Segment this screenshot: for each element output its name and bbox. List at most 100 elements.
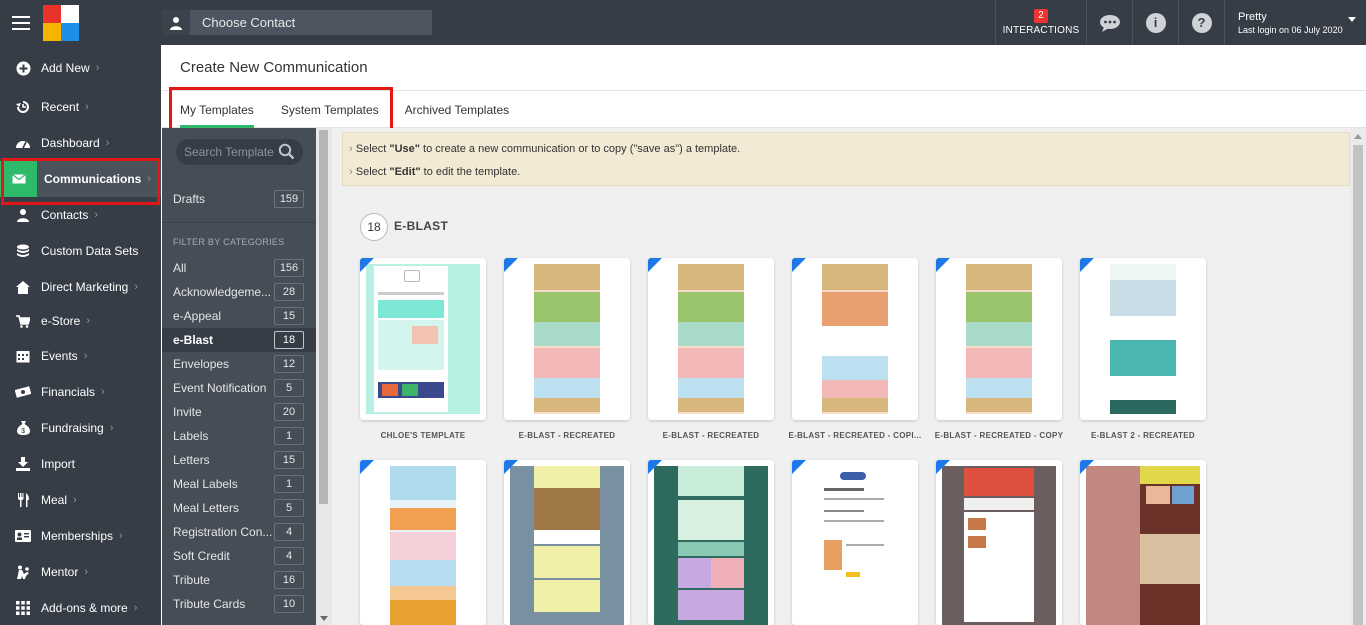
template-card[interactable] [936,460,1062,625]
help-button[interactable]: ? [1178,0,1224,45]
category-e-appeal[interactable]: e-Appeal 15 [162,304,316,328]
info-icon: i [1145,12,1166,33]
category-label: Event Notification [173,381,267,395]
scroll-down-icon[interactable] [320,616,328,621]
chat-button[interactable] [1086,0,1132,45]
corner-flag-icon [936,258,950,272]
category-count: 15 [274,451,304,469]
cart-icon [15,313,31,329]
person-icon [162,10,190,35]
money-icon [15,384,31,400]
category-soft-credit[interactable]: Soft Credit 4 [162,544,316,568]
sidebar-item-financials[interactable]: Financials › [0,374,161,410]
category-all[interactable]: All 156 [162,256,316,280]
chevron-right-icon: › [85,101,89,113]
template-card[interactable] [648,258,774,420]
category-tribute[interactable]: Tribute 16 [162,568,316,592]
interactions-button[interactable]: 2 INTERACTIONS [995,0,1086,45]
category-drafts[interactable]: Drafts 159 [162,187,316,211]
hamburger-menu-icon[interactable] [0,0,42,45]
info-button[interactable]: i [1132,0,1178,45]
category-count: 10 [274,595,304,613]
tab-archived-templates[interactable]: Archived Templates [405,91,510,128]
sidebar-item-memberships[interactable]: Memberships › [0,518,161,554]
sidebar-item-add-new[interactable]: Add New › [0,50,161,86]
template-card[interactable] [936,258,1062,420]
template-card[interactable] [360,460,486,625]
template-card[interactable] [792,460,918,625]
category-registration-confirmation[interactable]: Registration Con... 4 [162,520,316,544]
category-labels[interactable]: Labels 1 [162,424,316,448]
scroll-up-icon[interactable] [1354,134,1362,139]
chevron-right-icon: › [94,209,99,221]
category-acknowledgement[interactable]: Acknowledgeme... 28 [162,280,316,304]
help-icon: ? [1191,12,1212,33]
import-icon [15,456,31,472]
interactions-badge: 2 [1034,9,1048,23]
category-letters[interactable]: Letters 15 [162,448,316,472]
sidebar-item-label: Import [41,457,76,471]
sidebar-item-custom-data-sets[interactable]: Custom Data Sets [0,233,161,269]
search-input[interactable] [184,145,274,159]
category-label: Meal Labels [173,477,238,491]
last-login: Last login on 06 July 2020 [1238,24,1343,35]
template-card[interactable] [504,258,630,420]
sidebar-item-mentor[interactable]: Mentor › [0,554,161,590]
choose-contact-field[interactable]: Choose Contact [162,10,432,35]
sidebar-item-label: Dashboard [41,136,100,150]
sidebar-item-dashboard[interactable]: Dashboard › [0,125,161,161]
svg-text:$: $ [21,428,25,435]
category-envelopes[interactable]: Envelopes 12 [162,352,316,376]
scrollbar-thumb[interactable] [1353,145,1363,625]
app-logo[interactable] [43,5,79,41]
chevron-right-icon: › [83,350,88,362]
template-card[interactable] [504,460,630,625]
template-card[interactable] [1080,258,1206,420]
category-label: e-Blast [173,333,214,347]
category-scrollbar[interactable] [316,128,332,625]
category-count: 15 [274,307,304,325]
sidebar-item-label: Add-ons & more [41,601,128,615]
corner-flag-icon [1080,460,1094,474]
corner-flag-icon [504,460,518,474]
sidebar-item-recent[interactable]: Recent › [0,89,161,125]
category-invite[interactable]: Invite 20 [162,400,316,424]
chat-icon [1099,14,1120,32]
category-label: Meal Letters [173,501,240,515]
sidebar-item-meal[interactable]: Meal › [0,482,161,518]
category-tribute-cards[interactable]: Tribute Cards 10 [162,592,316,616]
template-card[interactable] [360,258,486,420]
category-meal-labels[interactable]: Meal Labels 1 [162,472,316,496]
chevron-right-icon: › [84,566,89,578]
template-card[interactable] [1080,460,1206,625]
sidebar-item-fundraising[interactable]: $ Fundraising › [0,410,161,446]
tabs-highlight-box [169,87,393,132]
template-card[interactable] [648,460,774,625]
sidebar-item-import[interactable]: Import [0,446,161,482]
template-card[interactable] [792,258,918,420]
sidebar-item-e-store[interactable]: e-Store › [0,303,161,339]
category-event-notification[interactable]: Event Notification 5 [162,376,316,400]
sidebar-item-direct-marketing[interactable]: Direct Marketing › [0,269,161,305]
search-box [176,139,303,165]
category-label: Registration Con... [173,525,273,539]
scrollbar-thumb[interactable] [319,130,328,504]
sidebar-item-label: Contacts [41,208,89,222]
sidebar-item-events[interactable]: Events › [0,338,161,374]
chevron-right-icon: › [119,530,123,542]
category-count: 20 [274,403,304,421]
house-icon [15,279,31,295]
chevron-right-icon: › [73,494,77,506]
category-count: 4 [274,547,304,565]
sidebar-item-add-ons[interactable]: Add-ons & more › [0,590,161,625]
main-scrollbar[interactable] [1350,128,1366,625]
history-icon [15,99,31,115]
category-meal-letters[interactable]: Meal Letters 5 [162,496,316,520]
category-count: 1 [274,475,304,493]
category-e-blast[interactable]: e-Blast 18 [162,328,316,352]
search-icon[interactable] [278,143,295,163]
user-menu[interactable]: Pretty Last login on 06 July 2020 [1224,0,1366,45]
sidebar: Add New › Recent › Dashboard › Communicatio… [0,45,161,625]
sidebar-item-label: Add New [41,61,90,75]
grid-icon [15,600,31,616]
